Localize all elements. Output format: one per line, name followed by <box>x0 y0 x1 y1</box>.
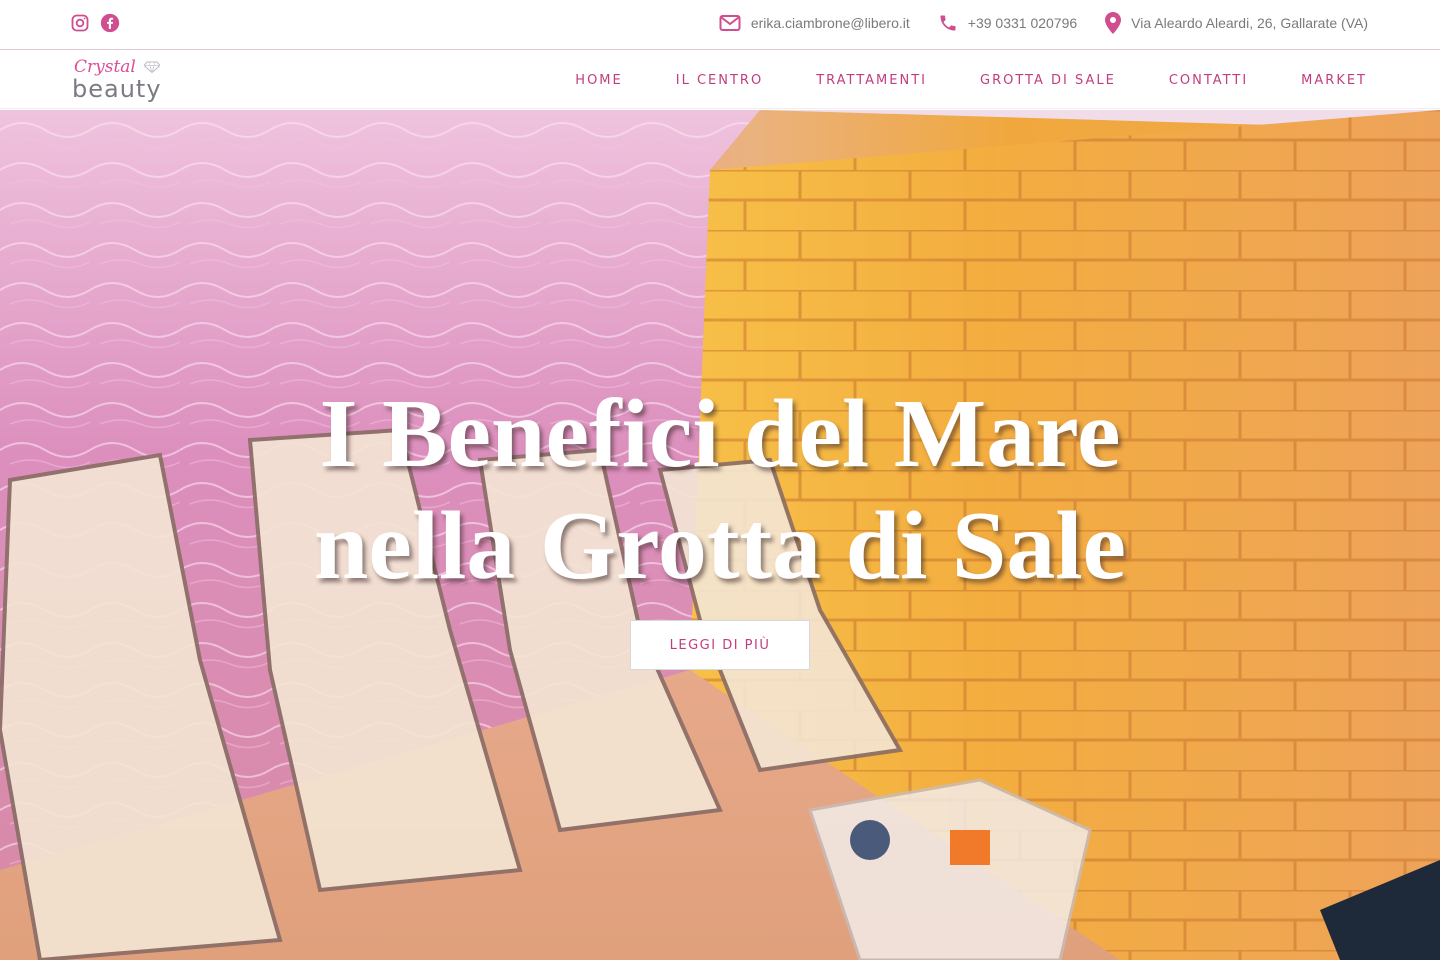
nav-il-centro[interactable]: IL CENTRO <box>676 73 763 88</box>
nav-home[interactable]: HOME <box>575 73 622 88</box>
email-link[interactable]: erika.ciambrone@libero.it <box>719 14 910 32</box>
nav-contatti[interactable]: CONTATTI <box>1169 73 1248 88</box>
facebook-link[interactable] <box>100 13 120 35</box>
leggi-di-piu-button[interactable]: LEGGI DI PIÙ <box>630 620 810 670</box>
nav-trattamenti[interactable]: TRATTAMENTI <box>816 73 927 88</box>
map-pin-icon <box>1105 12 1122 34</box>
instagram-icon <box>71 14 89 32</box>
social-links <box>70 13 120 35</box>
hero-title-line-1: I Benefici del Mare <box>319 380 1121 488</box>
site-header: Crystal beauty HOME IL CENTRO TRATTAMENT… <box>0 51 1440 109</box>
address-text: Via Aleardo Aleardi, 26, Gallarate (VA) <box>1131 15 1368 31</box>
hero-title-line-2: nella Grotta di Sale <box>313 492 1127 600</box>
facebook-icon <box>100 13 120 33</box>
envelope-icon <box>719 15 741 31</box>
hero-section: I Benefici del Mare nella Grotta di Sale… <box>0 110 1440 960</box>
instagram-link[interactable] <box>70 13 90 35</box>
nav-grotta-di-sale[interactable]: GROTTA DI SALE <box>980 73 1116 88</box>
email-text: erika.ciambrone@libero.it <box>750 15 910 31</box>
nav-market[interactable]: MARKET <box>1301 73 1367 88</box>
address-link[interactable]: Via Aleardo Aleardi, 26, Gallarate (VA) <box>1105 12 1368 34</box>
phone-text: +39 0331 020796 <box>967 15 1078 31</box>
logo-word-text: beauty <box>72 75 162 103</box>
diamond-icon <box>144 61 160 73</box>
phone-link[interactable]: +39 0331 020796 <box>938 13 1077 33</box>
hero-title: I Benefici del Mare nella Grotta di Sale <box>0 378 1440 602</box>
main-nav: HOME IL CENTRO TRATTAMENTI GROTTA DI SAL… <box>522 51 1367 109</box>
phone-icon <box>940 15 956 31</box>
contact-info: erika.ciambrone@libero.it +39 0331 02079… <box>691 12 1368 34</box>
logo-script-text: Crystal <box>74 57 136 77</box>
top-info-bar: erika.ciambrone@libero.it +39 0331 02079… <box>0 0 1440 50</box>
crystal-beauty-logo[interactable]: Crystal beauty <box>72 55 172 107</box>
